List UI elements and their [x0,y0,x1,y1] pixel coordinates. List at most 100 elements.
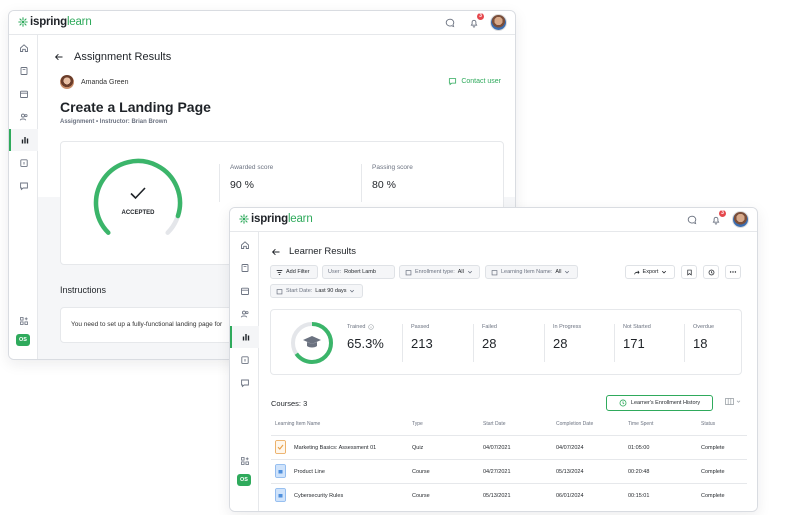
sidebar-item-home[interactable] [230,234,259,256]
table-row[interactable]: Product Line Course 04/27/2021 05/13/202… [271,459,747,483]
score-gauge: ACCEPTED [91,156,185,250]
sidebar-item-users[interactable] [9,106,38,128]
home-icon [19,44,28,52]
event-icon [240,356,249,364]
sidebar-item-calendar[interactable] [230,280,259,302]
enrollment-type-filter[interactable]: Enrollment type: All [399,265,480,279]
calendar-icon [240,287,249,295]
back-arrow-icon[interactable] [271,247,281,257]
instructions-text: You need to set up a fully-functional la… [71,321,223,328]
awarded-score: Awarded score 90 % [219,164,273,202]
user-filter[interactable]: User: Robert Lamb [322,265,395,279]
more-options-button[interactable] [725,265,741,279]
chevron-down-icon [467,270,472,274]
kpi-in-progress: In Progress 28 [544,324,581,362]
history-button[interactable] [703,265,719,279]
page-title: Assignment Results [74,51,172,63]
sidebar-item-apps[interactable] [230,450,259,472]
kpi-trained: Trained 65.3% [347,324,384,351]
start-date-filter[interactable]: Start Date: Last 90 days [270,284,363,298]
col-header[interactable]: Learning Item Name [275,421,320,427]
sidebar-item-home[interactable] [9,37,38,59]
awarded-score-value: 90 % [230,179,254,191]
export-button[interactable]: Export [625,265,675,279]
learner-content: Learner Results Add Filter User: Robert L… [259,232,757,511]
sidebar-item-library[interactable] [9,60,38,82]
quiz-icon [275,440,286,454]
list-icon [491,269,498,275]
organization-badge[interactable]: OS [237,474,251,486]
notification-count-badge: 3 [477,12,484,20]
chat-bubble-icon [449,78,457,86]
sidebar-item-events[interactable] [9,152,38,174]
learner-stats-card: Trained 65.3% Passed 213 Failed 28 In Pr… [270,309,742,375]
ispring-learn-logo[interactable]: ispring learn [239,213,313,225]
col-header[interactable]: Status [701,421,715,427]
message-icon [240,379,249,388]
column-settings-button[interactable] [725,398,741,405]
contact-user-link[interactable]: Contact user [448,77,501,86]
sidebar-item-users[interactable] [230,303,259,325]
chevron-down-icon [565,270,570,274]
top-bar: ispring learn 3 [9,11,515,35]
sidebar-item-messages[interactable] [230,372,259,394]
filter-icon [276,269,283,275]
calendar-small-icon [405,269,412,275]
users-icon [240,310,249,318]
users-icon [19,113,28,121]
calendar-icon [19,90,28,98]
back-arrow-icon[interactable] [54,52,64,62]
table-row[interactable]: Marketing Basics: Assessment 01 Quiz 04/… [271,435,747,459]
sidebar-item-reports[interactable] [230,326,259,348]
enrollment-history-button[interactable]: Learner's Enrollment History [606,395,713,411]
col-header[interactable]: Type [412,421,423,427]
brand-name: ispring [30,16,67,28]
bar-chart-icon [242,334,249,341]
notification-count-badge: 3 [719,209,726,217]
notifications-bell-icon[interactable]: 3 [466,12,484,31]
info-icon[interactable] [368,324,375,330]
chat-icon[interactable] [442,15,458,31]
logo-mark-icon [18,17,28,27]
sidebar: OS [230,232,259,511]
user-avatar[interactable] [490,14,507,31]
kpi-failed: Failed 28 [473,324,497,362]
history-clock-icon [619,399,627,407]
brand-suffix: learn [66,16,92,28]
graduation-cap-icon [303,336,321,348]
bookmark-button[interactable] [681,265,697,279]
add-filter-button[interactable]: Add Filter [270,265,318,279]
trained-progress-ring [291,322,333,364]
checkmark-icon [130,187,146,200]
sidebar-item-events[interactable] [230,349,259,371]
notifications-bell-icon[interactable]: 3 [708,209,726,228]
learner-avatar [60,75,74,89]
sidebar-item-library[interactable] [230,257,259,279]
passing-score: Passing score 80 % [361,164,413,202]
top-bar: ispring learn 3 [230,208,757,232]
book-icon [241,264,248,272]
brand-suffix: learn [287,213,313,225]
col-header[interactable]: Time Spent [628,421,653,427]
ispring-learn-logo[interactable]: ispring learn [18,16,92,28]
kpi-overdue: Overdue 18 [684,324,714,362]
user-avatar[interactable] [732,211,749,228]
col-header[interactable]: Completion Date [556,421,593,427]
kpi-passed: Passed 213 [402,324,433,362]
sidebar-item-messages[interactable] [9,175,38,197]
chevron-down-icon [662,270,667,274]
chat-icon[interactable] [684,212,700,228]
sidebar-item-reports[interactable] [9,129,38,151]
sidebar-item-calendar[interactable] [9,83,38,105]
assignment-title: Create a Landing Page [60,99,211,115]
col-header[interactable]: Start Date [483,421,506,427]
sidebar-item-apps[interactable] [9,310,38,332]
chevron-down-icon [736,400,741,403]
table-row[interactable]: Cybersecurity Rules Course 05/13/2021 06… [271,483,747,507]
organization-badge[interactable]: OS [16,334,30,346]
event-icon [19,159,28,167]
share-icon [633,269,640,275]
home-icon [240,241,249,249]
logo-mark-icon [239,214,249,224]
learning-item-filter[interactable]: Learning Item Name: All [485,265,578,279]
